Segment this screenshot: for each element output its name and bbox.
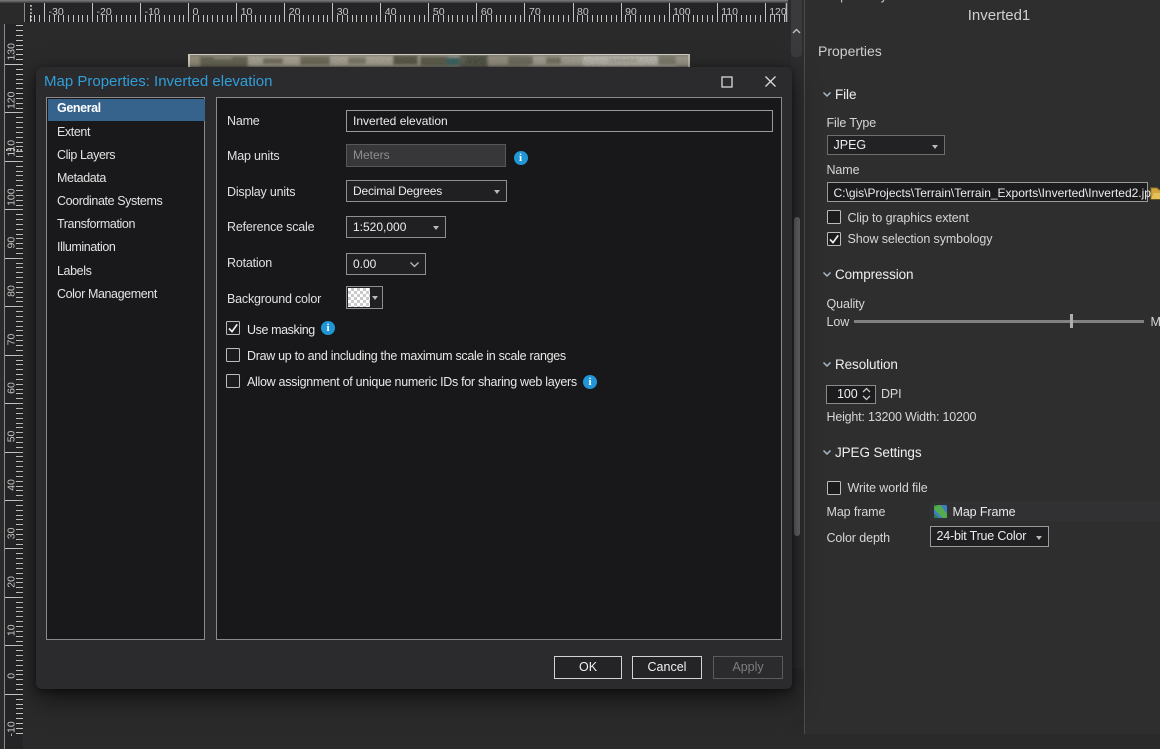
svg-text:90: 90 (625, 6, 637, 18)
svg-text:50: 50 (433, 6, 445, 18)
svg-text:-30: -30 (49, 6, 64, 18)
svg-text:60: 60 (6, 382, 18, 394)
svg-text:70: 70 (529, 6, 541, 18)
svg-text:110: 110 (6, 140, 18, 157)
svg-text:20: 20 (289, 6, 301, 18)
svg-text:0: 0 (6, 673, 18, 679)
svg-text:20: 20 (6, 576, 18, 588)
svg-text:0: 0 (193, 6, 199, 18)
svg-text:30: 30 (6, 527, 18, 539)
svg-text:40: 40 (385, 6, 397, 18)
svg-text:10: 10 (241, 6, 253, 18)
svg-text:100: 100 (673, 6, 691, 18)
svg-text:110: 110 (721, 6, 738, 18)
svg-text:40: 40 (6, 479, 18, 491)
svg-text:30: 30 (337, 6, 349, 18)
svg-text:80: 80 (6, 285, 18, 297)
svg-text:130: 130 (6, 43, 18, 61)
svg-text:100: 100 (6, 188, 18, 206)
svg-text:-10: -10 (145, 6, 160, 18)
svg-text:80: 80 (577, 6, 589, 18)
svg-text:-20: -20 (97, 6, 112, 18)
svg-text:90: 90 (6, 237, 18, 249)
svg-text:10: 10 (6, 624, 18, 636)
svg-text:50: 50 (6, 430, 18, 442)
svg-text:60: 60 (481, 6, 493, 18)
svg-text:120: 120 (769, 6, 787, 18)
svg-text:-10: -10 (6, 721, 18, 736)
svg-text:120: 120 (6, 91, 18, 109)
svg-text:70: 70 (6, 334, 18, 346)
